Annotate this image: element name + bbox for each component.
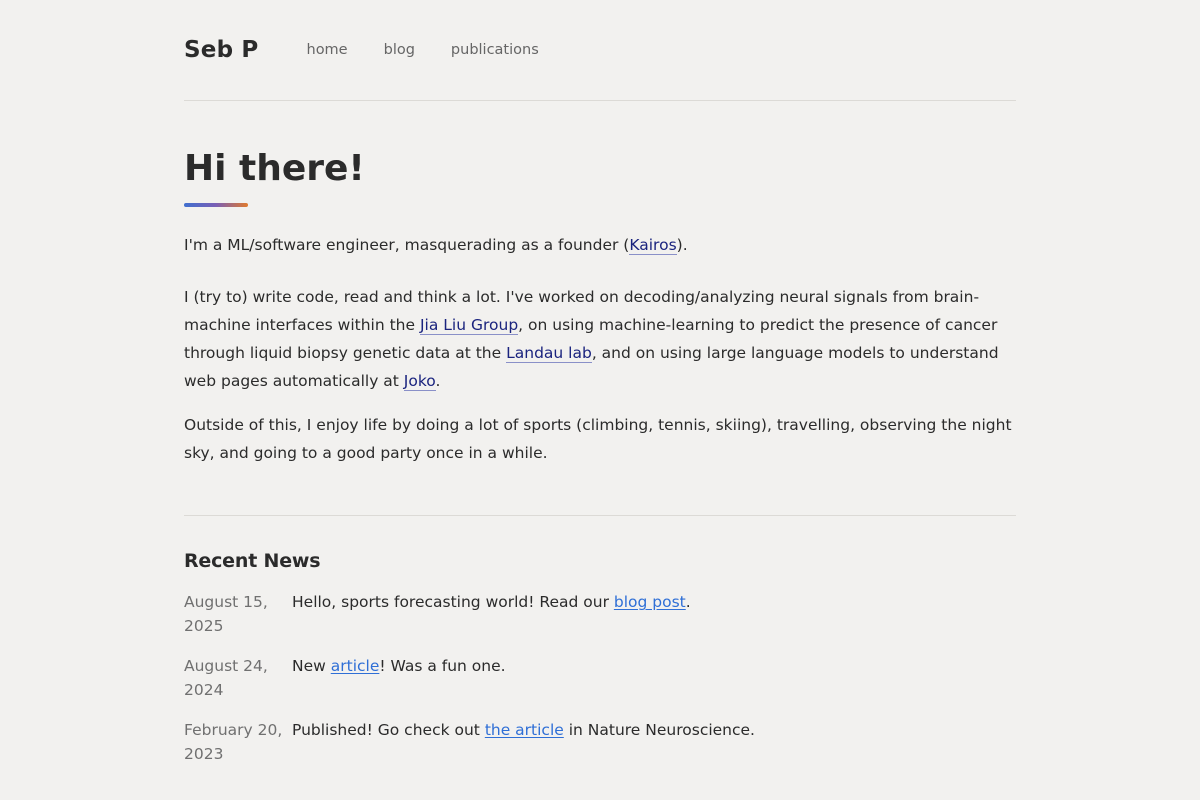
nav-publications-link[interactable]: publications — [451, 42, 539, 58]
hobbies-paragraph: Outside of this, I enjoy life by doing a… — [184, 416, 1012, 463]
kairos-link[interactable]: Kairos — [629, 236, 677, 256]
news-text-after: ! Was a fun one. — [379, 657, 506, 676]
work-paragraph: I (try to) write code, read and think a … — [184, 283, 1016, 395]
news-item: August 15, 2025 Hello, sports forecastin… — [184, 590, 1016, 638]
news-text-before: Published! Go check out — [292, 721, 485, 740]
news-text-after: in Nature Neuroscience. — [563, 721, 755, 740]
news-date: August 15, 2025 — [184, 593, 268, 636]
landau-lab-link[interactable]: Landau lab — [506, 344, 592, 364]
news-date: February 20, 2023 — [184, 721, 283, 764]
news-text-before: Hello, sports forecasting world! Read ou… — [292, 593, 614, 612]
jia-liu-group-link[interactable]: Jia Liu Group — [419, 316, 519, 336]
news-text: Hello, sports forecasting world! Read ou… — [292, 590, 691, 638]
article-link[interactable]: article — [331, 657, 380, 675]
news-text-before: New — [292, 657, 331, 676]
title-accent-bar — [184, 203, 248, 208]
page-title: Hi there! — [184, 148, 365, 189]
intro-paragraph: I'm a ML/software engineer, masquerading… — [184, 231, 1016, 259]
news-text: Published! Go check out the article in N… — [292, 718, 755, 766]
news-text-after: . — [685, 593, 691, 612]
site-title-link[interactable]: Seb P — [184, 37, 259, 63]
main-nav: home blog publications — [307, 42, 539, 58]
page: Seb P home blog publications Hi there! I… — [184, 0, 1016, 766]
site-header: Seb P home blog publications — [184, 28, 1016, 72]
news-list: August 15, 2025 Hello, sports forecastin… — [184, 590, 1016, 766]
nature-neuroscience-article-link[interactable]: the article — [485, 721, 564, 739]
nav-blog-link[interactable]: blog — [384, 42, 415, 58]
intro-text-before: I'm a ML/software engineer, masquerading… — [184, 236, 630, 255]
blog-post-link[interactable]: blog post — [614, 593, 686, 611]
news-item: August 24, 2024 New article! Was a fun o… — [184, 654, 1016, 702]
work-text-d: . — [435, 372, 441, 391]
header-divider — [184, 100, 1016, 101]
news-text: New article! Was a fun one. — [292, 654, 506, 702]
joko-link[interactable]: Joko — [403, 372, 436, 392]
news-date: August 24, 2024 — [184, 657, 268, 700]
nav-home-link[interactable]: home — [307, 42, 348, 58]
news-item: February 20, 2023 Published! Go check ou… — [184, 718, 1016, 766]
news-divider — [184, 515, 1016, 517]
news-heading: Recent News — [184, 550, 321, 573]
intro-text-after: ). — [676, 236, 688, 255]
